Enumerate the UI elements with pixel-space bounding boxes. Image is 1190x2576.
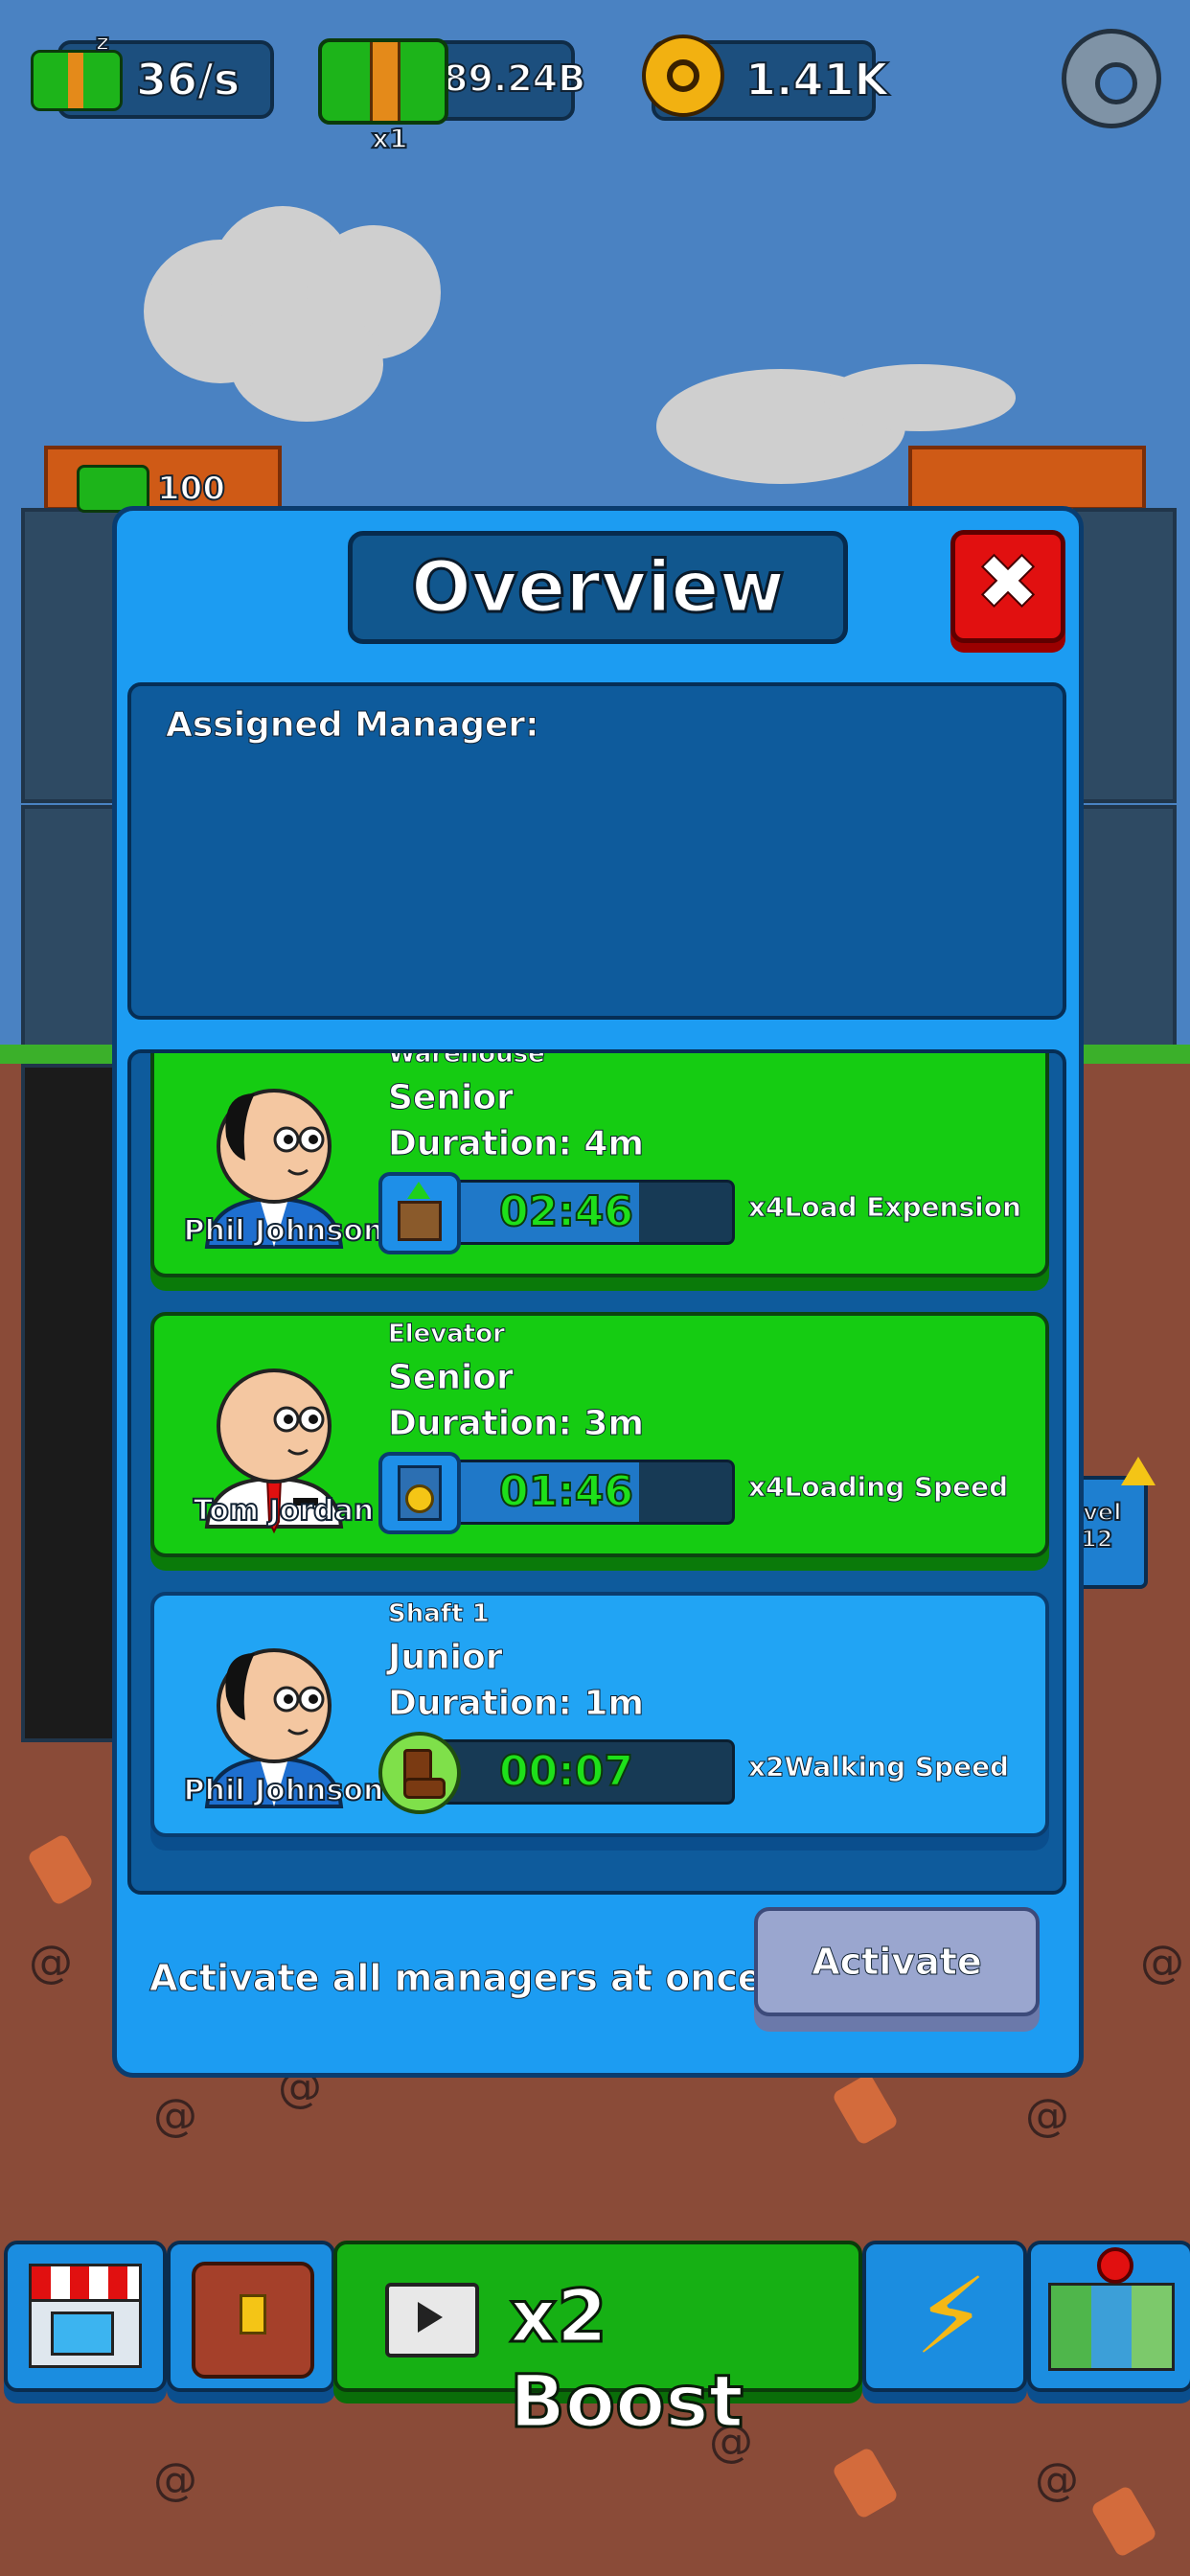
- overview-title-box: Overview: [348, 531, 848, 644]
- map-button[interactable]: [1027, 2241, 1190, 2392]
- video-clapper-icon: [385, 2283, 479, 2358]
- idle-cash-icon: [31, 50, 123, 111]
- swirl-decoration: @: [1140, 1936, 1184, 1988]
- activate-all-text: Activate all managers at once.: [149, 1957, 777, 2000]
- swirl-decoration: @: [29, 1936, 73, 1988]
- shop-icon: [29, 2264, 142, 2369]
- boost-label: x2 Boost: [509, 2272, 745, 2446]
- manager-duration: Duration: 4m: [388, 1124, 645, 1164]
- overview-title: Overview: [410, 545, 787, 631]
- ability-effect: x2Walking Speed: [747, 1751, 1010, 1783]
- manager-card[interactable]: Phil Johnson Shaft 1 Junior Duration: 1m…: [150, 1592, 1049, 1837]
- close-button[interactable]: ✖: [950, 530, 1065, 643]
- lightning-icon: ⚡: [914, 2255, 989, 2378]
- manager-rank: Junior: [387, 1638, 503, 1678]
- manager-card[interactable]: Tom Jordan Elevator Senior Duration: 3m …: [150, 1312, 1049, 1557]
- cloud: [230, 307, 383, 422]
- right-building-roof: [908, 446, 1146, 511]
- cash-multiplier: x1: [371, 122, 409, 155]
- manager-list[interactable]: Phil Johnson Warehouse Senior Duration: …: [127, 1049, 1066, 1895]
- ability-effect: x4Loading Speed: [747, 1471, 1009, 1504]
- swirl-decoration: @: [1035, 2453, 1079, 2505]
- assigned-manager-box: Assigned Manager:: [127, 682, 1066, 1020]
- right-building: [1073, 508, 1177, 803]
- chest-icon: [192, 2262, 314, 2379]
- manager-name: Tom Jordan: [193, 1493, 375, 1529]
- manager-category: Shaft 1: [388, 1599, 491, 1629]
- manager-name: Phil Johnson: [183, 1213, 385, 1249]
- crate-up-icon[interactable]: [378, 1172, 461, 1254]
- boost-button[interactable]: x2 Boost: [333, 2241, 862, 2446]
- close-icon: ✖: [974, 537, 1041, 628]
- level-up-arrow-icon: [1121, 1457, 1156, 1485]
- swirl-decoration: @: [153, 2453, 197, 2505]
- manager-duration: Duration: 1m: [388, 1684, 645, 1724]
- chest-button[interactable]: [167, 2241, 335, 2392]
- sleep-z-icon: z: [95, 28, 110, 57]
- bottom-nav: x2 Boost ⚡: [0, 2241, 1190, 2446]
- right-building-lower: [1073, 805, 1177, 1052]
- activate-button[interactable]: Activate: [754, 1907, 1040, 2016]
- swirl-decoration: @: [153, 2089, 197, 2141]
- manager-rank: Senior: [388, 1358, 515, 1398]
- assigned-manager-label: Assigned Manager:: [166, 705, 540, 746]
- cloud: [824, 364, 1016, 431]
- cash-stack-icon: [318, 38, 448, 125]
- shop-button[interactable]: [4, 2241, 167, 2392]
- manager-name: Phil Johnson: [183, 1773, 385, 1808]
- map-icon: [1048, 2247, 1175, 2371]
- manager-category: Elevator: [388, 1320, 506, 1349]
- manager-card[interactable]: Phil Johnson Warehouse Senior Duration: …: [150, 1049, 1049, 1277]
- boot-icon[interactable]: [378, 1732, 461, 1814]
- coin-icon: [642, 34, 724, 117]
- elevator-gear-icon[interactable]: [378, 1452, 461, 1534]
- manager-duration: Duration: 3m: [388, 1404, 645, 1444]
- lightning-button[interactable]: ⚡: [862, 2241, 1027, 2392]
- swirl-decoration: @: [1025, 2089, 1069, 2141]
- ability-effect: x4Load Expension: [748, 1191, 1022, 1224]
- manager-rank: Senior: [388, 1078, 515, 1118]
- manager-category: Warehouse: [388, 1049, 546, 1070]
- settings-gear-icon[interactable]: [1062, 29, 1161, 128]
